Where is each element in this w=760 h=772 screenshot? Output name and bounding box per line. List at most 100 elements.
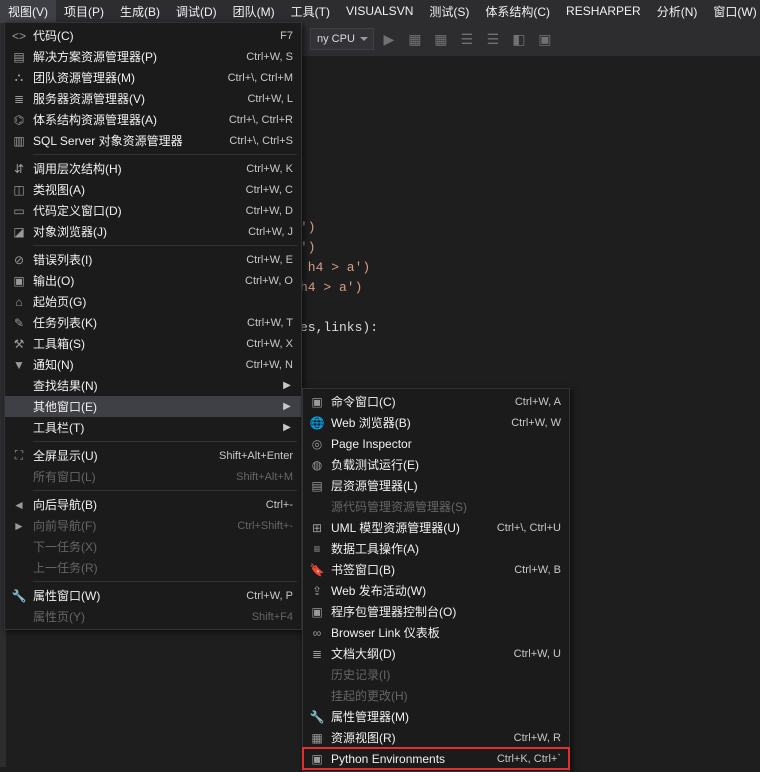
toolbar-icon[interactable]: ▣	[534, 28, 556, 50]
cpu-config-combo[interactable]: ny CPU	[310, 28, 374, 50]
notify-icon: ▼	[5, 358, 33, 372]
other-windows-item[interactable]: 🔧属性管理器(M)	[303, 706, 569, 727]
menu-shortcut: Ctrl+W, X	[234, 338, 293, 350]
menu-label: 属性页(Y)	[33, 608, 240, 625]
menu-label: 向后导航(B)	[33, 496, 254, 513]
menu-label: Web 浏览器(B)	[331, 414, 499, 431]
view-menu-item[interactable]: ▥SQL Server 对象资源管理器Ctrl+\, Ctrl+S	[5, 130, 301, 151]
view-menu-item[interactable]: ▭代码定义窗口(D)Ctrl+W, D	[5, 200, 301, 221]
view-menu-item[interactable]: ✎任务列表(K)Ctrl+W, T	[5, 312, 301, 333]
menubar-item[interactable]: 调试(D)	[168, 0, 225, 23]
fullscreen-icon: ⛶	[5, 448, 33, 463]
other-windows-item[interactable]: ▣命令窗口(C)Ctrl+W, A	[303, 391, 569, 412]
toolbar-icon[interactable]: ▦	[404, 28, 426, 50]
other-windows-item[interactable]: ≡数据工具操作(A)	[303, 538, 569, 559]
toolbar-icon[interactable]: ◧	[508, 28, 530, 50]
menu-shortcut: Ctrl+W, E	[234, 254, 293, 266]
menu-shortcut: Ctrl+W, U	[502, 648, 561, 660]
menu-label: 错误列表(I)	[33, 251, 234, 268]
menubar-item[interactable]: 项目(P)	[56, 0, 112, 23]
other-windows-item[interactable]: ◎Page Inspector	[303, 433, 569, 454]
menubar-item[interactable]: 分析(N)	[649, 0, 706, 23]
view-menu-item[interactable]: ⚒工具箱(S)Ctrl+W, X	[5, 333, 301, 354]
other-windows-item[interactable]: ▦资源视图(R)Ctrl+W, R	[303, 727, 569, 748]
menubar-item[interactable]: 工具(T)	[283, 0, 338, 23]
other-windows-item: 源代码管理资源管理器(S)	[303, 496, 569, 517]
arch-icon: ⌬	[5, 113, 33, 127]
view-menu-item[interactable]: 其他窗口(E)▶	[5, 396, 301, 417]
menu-label: 历史记录(I)	[331, 666, 561, 683]
menubar-item[interactable]: 测试(S)	[421, 0, 477, 23]
view-menu-item[interactable]: ⛶全屏显示(U)Shift+Alt+Enter	[5, 445, 301, 466]
submenu-arrow-icon: ▶	[281, 422, 293, 433]
submenu-arrow-icon: ▶	[281, 401, 293, 412]
other-windows-item[interactable]: ⇪Web 发布活动(W)	[303, 580, 569, 601]
view-menu-item[interactable]: ⊘错误列表(I)Ctrl+W, E	[5, 249, 301, 270]
view-menu-item[interactable]: ◪对象浏览器(J)Ctrl+W, J	[5, 221, 301, 242]
view-menu-item[interactable]: ▣输出(O)Ctrl+W, O	[5, 270, 301, 291]
view-menu-item[interactable]: <>代码(C)F7	[5, 25, 301, 46]
view-menu-item[interactable]: 🔧属性窗口(W)Ctrl+W, P	[5, 585, 301, 606]
team-icon: ⛬	[5, 70, 33, 85]
menubar-item[interactable]: 生成(B)	[112, 0, 168, 23]
other-windows-item[interactable]: ≣文档大纲(D)Ctrl+W, U	[303, 643, 569, 664]
view-menu-item[interactable]: ⇵调用层次结构(H)Ctrl+W, K	[5, 158, 301, 179]
other-windows-item[interactable]: ◍负载测试运行(E)	[303, 454, 569, 475]
blink-icon: ∞	[303, 626, 331, 640]
view-menu-item[interactable]: ⌂起始页(G)	[5, 291, 301, 312]
view-menu-item: 上一任务(R)	[5, 557, 301, 578]
menu-shortcut: Ctrl+W, R	[502, 732, 561, 744]
code-background: ') ') h4 > a') h4 > a') es,links):	[300, 78, 378, 338]
other-windows-item[interactable]: ▣Python EnvironmentsCtrl+K, Ctrl+`	[303, 748, 569, 769]
view-menu-item[interactable]: ▼通知(N)Ctrl+W, N	[5, 354, 301, 375]
menu-label: 工具箱(S)	[33, 335, 234, 352]
menu-shortcut: Ctrl+-	[254, 499, 293, 511]
menu-shortcut: Ctrl+W, N	[234, 359, 293, 371]
toolbar-icon[interactable]: ▦	[430, 28, 452, 50]
view-menu-item[interactable]: 工具栏(T)▶	[5, 417, 301, 438]
menu-label: 起始页(G)	[33, 293, 293, 310]
view-menu-item[interactable]: ◫类视图(A)Ctrl+W, C	[5, 179, 301, 200]
view-menu-item[interactable]: ≣服务器资源管理器(V)Ctrl+W, L	[5, 88, 301, 109]
menubar-item[interactable]: 窗口(W)	[705, 0, 760, 23]
toolbar-icon[interactable]: ☰	[482, 28, 504, 50]
other-windows-item[interactable]: ▤层资源管理器(L)	[303, 475, 569, 496]
menu-shortcut: Ctrl+W, L	[235, 93, 293, 105]
other-windows-item[interactable]: 🌐Web 浏览器(B)Ctrl+W, W	[303, 412, 569, 433]
toolbar-icon[interactable]: ▶	[378, 28, 400, 50]
view-menu-item[interactable]: 查找结果(N)▶	[5, 375, 301, 396]
menu-shortcut: Ctrl+W, K	[234, 163, 293, 175]
menu-label: 数据工具操作(A)	[331, 540, 561, 557]
view-menu-item[interactable]: ⛬团队资源管理器(M)Ctrl+\, Ctrl+M	[5, 67, 301, 88]
menubar-item[interactable]: 团队(M)	[225, 0, 283, 23]
start-icon: ⌂	[5, 295, 33, 309]
wrench-icon: 🔧	[303, 710, 331, 724]
menubar-item[interactable]: VISUALSVN	[338, 1, 421, 21]
view-menu-item[interactable]: ⌬体系结构资源管理器(A)Ctrl+\, Ctrl+R	[5, 109, 301, 130]
menu-label: 服务器资源管理器(V)	[33, 90, 235, 107]
other-windows-submenu: ▣命令窗口(C)Ctrl+W, A🌐Web 浏览器(B)Ctrl+W, W◎Pa…	[302, 388, 570, 772]
menu-label: 工具栏(T)	[33, 419, 281, 436]
other-windows-item[interactable]: 🔖书签窗口(B)Ctrl+W, B	[303, 559, 569, 580]
menu-label: 调用层次结构(H)	[33, 160, 234, 177]
error-icon: ⊘	[5, 253, 33, 267]
menu-label: 属性管理器(M)	[331, 708, 561, 725]
cmd-icon: ▣	[303, 395, 331, 409]
toolbar-icon[interactable]: ☰	[456, 28, 478, 50]
view-menu-item[interactable]: ▤解决方案资源管理器(P)Ctrl+W, S	[5, 46, 301, 67]
menu-label: 类视图(A)	[33, 181, 234, 198]
menubar-item[interactable]: 体系结构(C)	[477, 0, 558, 23]
menu-label: 文档大纲(D)	[331, 645, 502, 662]
code-icon: <>	[5, 29, 33, 43]
menu-label: 体系结构资源管理器(A)	[33, 111, 217, 128]
view-menu-item[interactable]: ◄向后导航(B)Ctrl+-	[5, 494, 301, 515]
bookmark-icon: 🔖	[303, 563, 331, 577]
wrench-icon: 🔧	[5, 589, 33, 603]
submenu-arrow-icon: ▶	[281, 380, 293, 391]
menubar-item[interactable]: RESHARPER	[558, 1, 649, 21]
menu-shortcut: Ctrl+W, P	[234, 590, 293, 602]
menubar-item[interactable]: 视图(V)	[0, 0, 56, 23]
other-windows-item[interactable]: ∞Browser Link 仪表板	[303, 622, 569, 643]
other-windows-item[interactable]: ▣程序包管理器控制台(O)	[303, 601, 569, 622]
other-windows-item[interactable]: ⊞UML 模型资源管理器(U)Ctrl+\, Ctrl+U	[303, 517, 569, 538]
